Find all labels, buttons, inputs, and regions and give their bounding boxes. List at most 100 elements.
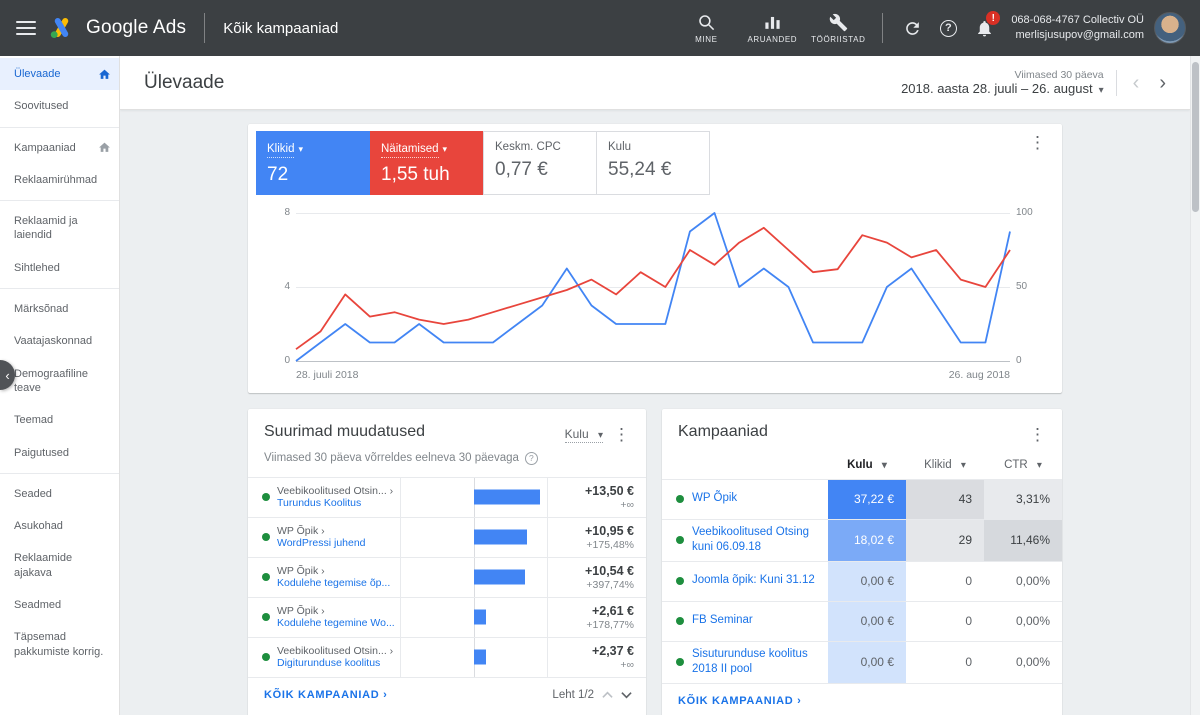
brand-name: Google Ads: [86, 17, 187, 38]
page-down-button[interactable]: [621, 691, 632, 699]
sidebar-item-kampaaniad[interactable]: Kampaaniad: [0, 132, 119, 164]
prev-period-button[interactable]: ‹: [1129, 73, 1144, 93]
all-campaigns-link[interactable]: KÕIK KAMPAANIAD ›: [678, 695, 802, 707]
reports-icon: [765, 16, 780, 29]
sidebar-item-ulevaade[interactable]: Ülevaade: [0, 58, 119, 91]
scrollbar[interactable]: [1190, 56, 1200, 715]
campaign-link[interactable]: WP Õpik: [692, 491, 737, 507]
help-icon[interactable]: ?: [935, 15, 961, 41]
sidebar-item-sihtlehed[interactable]: Sihtlehed: [0, 252, 119, 284]
table-row[interactable]: WP Õpik 37,22 € 43 3,31%: [662, 478, 1062, 519]
sidebar-item-paigutused[interactable]: Paigutused: [0, 437, 119, 469]
card-title: Suurimad muudatused: [264, 422, 425, 440]
x-axis-start-label: 28. juuli 2018: [296, 368, 359, 381]
notifications-button[interactable]: !: [971, 11, 1001, 41]
card-menu-icon[interactable]: ⋮: [1021, 423, 1054, 447]
status-dot: [676, 495, 684, 503]
line-chart: 8 4 0 100 50 0: [264, 207, 1046, 366]
date-range-picker[interactable]: Viimased 30 päeva 2018. aasta 28. juuli …: [901, 69, 1104, 96]
sidebar-item-demograafiline-teave[interactable]: Demograafiline teave: [0, 358, 119, 405]
table-row[interactable]: Sisuturunduse koolitus 2018 II pool 0,00…: [662, 640, 1062, 683]
cell-ctr: 0,00%: [984, 601, 1062, 641]
change-bar: [474, 569, 526, 585]
reports-action[interactable]: ARUANDED: [744, 13, 800, 44]
table-row[interactable]: WP Õpik › WordPressi juhend +10,95 € +175…: [248, 516, 646, 557]
table-row[interactable]: FB Seminar 0,00 € 0 0,00%: [662, 600, 1062, 641]
divider: [1115, 69, 1117, 96]
pagination-label: Leht 1/2: [552, 688, 594, 701]
campaign-link[interactable]: Kodulehe tegemine Wo...: [277, 617, 395, 629]
next-period-button[interactable]: ›: [1155, 73, 1170, 93]
status-dot: [262, 653, 270, 661]
avatar[interactable]: [1154, 12, 1186, 44]
page-up-button[interactable]: [602, 691, 613, 699]
metric-chip-kulu[interactable]: Kulu 55,24 €: [596, 131, 710, 195]
menu-icon[interactable]: [16, 21, 36, 35]
chevron-down-icon: ▾: [298, 144, 304, 154]
sidebar-item-tapsemad-pakkumiste[interactable]: Täpsemad pakkumiste korrig.: [0, 621, 119, 668]
search-action[interactable]: MINE: [678, 13, 734, 44]
sidebar-item-seaded[interactable]: Seaded: [0, 478, 119, 510]
metric-value: 1,55 tuh: [381, 163, 450, 185]
cell-ctr: 11,46%: [984, 519, 1062, 561]
sidebar-item-soovitused[interactable]: Soovitused: [0, 90, 119, 122]
sidebar-item-reklaamide-ajakava[interactable]: Reklaamide ajakava: [0, 542, 119, 589]
divider: [882, 13, 884, 43]
all-campaigns-link[interactable]: KÕIK KAMPAANIAD ›: [264, 689, 388, 701]
help-icon[interactable]: ?: [524, 451, 538, 465]
google-ads-logo: [48, 16, 74, 40]
campaign-link[interactable]: Sisuturunduse koolitus 2018 II pool: [692, 647, 822, 678]
chevron-down-icon: ▾: [442, 144, 448, 154]
sidebar-item-teemad[interactable]: Teemad: [0, 404, 119, 436]
card-subtitle: Viimased 30 päeva võrreldes eelneva 30 p…: [264, 452, 519, 464]
account-info[interactable]: 068-068-4767 Collectiv OÜ merlisjusupov@…: [1011, 13, 1144, 44]
cell-ctr: 0,00%: [984, 561, 1062, 601]
table-row[interactable]: Veebikoolitused Otsin... › Digiturunduse…: [248, 636, 646, 677]
sidebar-item-asukohad[interactable]: Asukohad: [0, 510, 119, 542]
sidebar-item-reklaamiruhmad[interactable]: Reklaamirühmad: [0, 164, 119, 196]
y-axis-tick: 0: [1016, 354, 1022, 366]
card-menu-icon[interactable]: ⋮: [605, 423, 638, 447]
metric-chip-cpc[interactable]: Keskm. CPC 0,77 €: [483, 131, 597, 195]
divider: [0, 472, 119, 474]
scrollbar-thumb[interactable]: [1192, 62, 1199, 212]
metric-chip-klikid[interactable]: Klikid ▾ 72: [256, 131, 370, 195]
table-row[interactable]: WP Õpik › Kodulehe tegemise õp... +10,54…: [248, 556, 646, 597]
campaign-link[interactable]: Kodulehe tegemise õp...: [277, 577, 390, 589]
content-area: Klikid ▾ 72 Näitamised ▾ 1,55 tuh Keskm. C…: [120, 110, 1190, 715]
date-range-value: 2018. aasta 28. juuli – 26. august: [901, 81, 1093, 96]
column-header-kulu[interactable]: Kulu ▾: [828, 449, 906, 479]
home-icon: [99, 142, 110, 153]
sidebar-item-vaatajaskonnad[interactable]: Vaatajaskonnad: [0, 325, 119, 357]
search-action-label: MINE: [695, 34, 718, 44]
table-row[interactable]: Joomla õpik: Kuni 31.12 0,00 € 0 0,00%: [662, 560, 1062, 601]
sidebar-item-label: Ülevaade: [14, 68, 61, 80]
table-row[interactable]: Veebikoolitused Otsing kuni 06.09.18 18,…: [662, 518, 1062, 561]
chart-menu-icon[interactable]: ⋮: [1021, 131, 1054, 155]
campaign-link[interactable]: Turundus Koolitus: [277, 497, 393, 509]
campaign-link[interactable]: FB Seminar: [692, 613, 753, 629]
refresh-icon[interactable]: [899, 15, 925, 41]
table-row[interactable]: WP Õpik › Kodulehe tegemine Wo... +2,61 …: [248, 596, 646, 637]
table-row[interactable]: Veebikoolitused Otsin... › Turundus Kool…: [248, 476, 646, 517]
column-header-klikid[interactable]: Klikid ▾: [906, 449, 984, 479]
account-email: merlisjusupov@gmail.com: [1015, 29, 1144, 41]
metric-value: 0,77 €: [495, 159, 548, 180]
campaign-link[interactable]: Veebikoolitused Otsing kuni 06.09.18: [692, 525, 822, 556]
top-changes-card: Suurimad muudatused Kulu ▾ ⋮ Viimased 30…: [248, 408, 646, 715]
status-dot: [262, 573, 270, 581]
divider: [0, 288, 119, 290]
sidebar-item-seadmed[interactable]: Seadmed: [0, 589, 119, 621]
sidebar-item-marksonad[interactable]: Märksõnad: [0, 293, 119, 325]
campaign-link[interactable]: Joomla õpik: Kuni 31.12: [692, 573, 815, 589]
page-header: Ülevaade Viimased 30 päeva 2018. aasta 2…: [120, 56, 1190, 110]
sidebar-item-reklaamid-ja-laiendid[interactable]: Reklaamid ja laiendid: [0, 205, 119, 252]
status-dot: [262, 613, 270, 621]
campaign-link[interactable]: Digiturunduse koolitus: [277, 657, 393, 669]
tools-action[interactable]: TÖÖRIISTAD: [810, 13, 866, 44]
metric-selector[interactable]: Kulu ▾: [564, 427, 603, 443]
metric-value: 55,24 €: [608, 159, 672, 180]
metric-chip-naitamised[interactable]: Näitamised ▾ 1,55 tuh: [370, 131, 484, 195]
campaign-link[interactable]: WordPressi juhend: [277, 537, 366, 549]
column-header-ctr[interactable]: CTR ▾: [984, 449, 1062, 479]
